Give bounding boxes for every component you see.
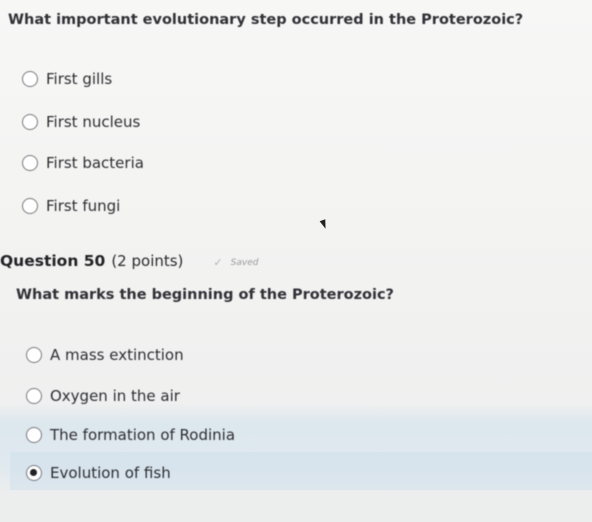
radio-button[interactable] — [22, 155, 38, 171]
option-label: First nucleus — [46, 113, 141, 131]
question-points: (2 points) — [111, 252, 184, 270]
option-first-gills[interactable]: First gills — [22, 68, 112, 90]
option-formation-of-rodinia[interactable]: The formation of Rodinia — [26, 424, 235, 446]
option-label: A mass extinction — [50, 346, 184, 364]
option-first-nucleus[interactable]: First nucleus — [22, 111, 140, 133]
option-label: Oxygen in the air — [50, 387, 180, 405]
question-title: Question 50 — [0, 252, 106, 270]
radio-button[interactable] — [26, 347, 42, 363]
option-first-fungi[interactable]: First fungi — [22, 195, 120, 217]
option-evolution-of-fish[interactable]: Evolution of fish — [26, 462, 171, 484]
checkmark-icon: ✓ — [213, 256, 223, 269]
radio-button[interactable] — [26, 427, 42, 443]
option-label: First fungi — [46, 197, 121, 215]
saved-status: ✓ Saved — [213, 256, 258, 269]
option-oxygen-in-air[interactable]: Oxygen in the air — [26, 385, 180, 407]
question-prompt: What marks the beginning of the Proteroz… — [16, 287, 394, 303]
radio-button[interactable] — [26, 388, 42, 404]
option-first-bacteria[interactable]: First bacteria — [22, 152, 144, 174]
radio-button[interactable] — [22, 114, 38, 130]
option-label: First gills — [46, 70, 113, 88]
option-mass-extinction[interactable]: A mass extinction — [26, 344, 184, 366]
option-label: Evolution of fish — [50, 464, 171, 482]
radio-button[interactable] — [22, 198, 38, 214]
question-prompt: What important evolutionary step occurre… — [8, 12, 524, 28]
question-header: Question 50 (2 points) ✓ Saved — [0, 252, 258, 270]
option-label: The formation of Rodinia — [50, 426, 236, 444]
saved-label: Saved — [230, 257, 259, 268]
quiz-content: What important evolutionary step occurre… — [0, 0, 592, 522]
option-label: First bacteria — [46, 154, 144, 172]
radio-button-selected[interactable] — [26, 465, 42, 481]
radio-button[interactable] — [22, 71, 38, 87]
